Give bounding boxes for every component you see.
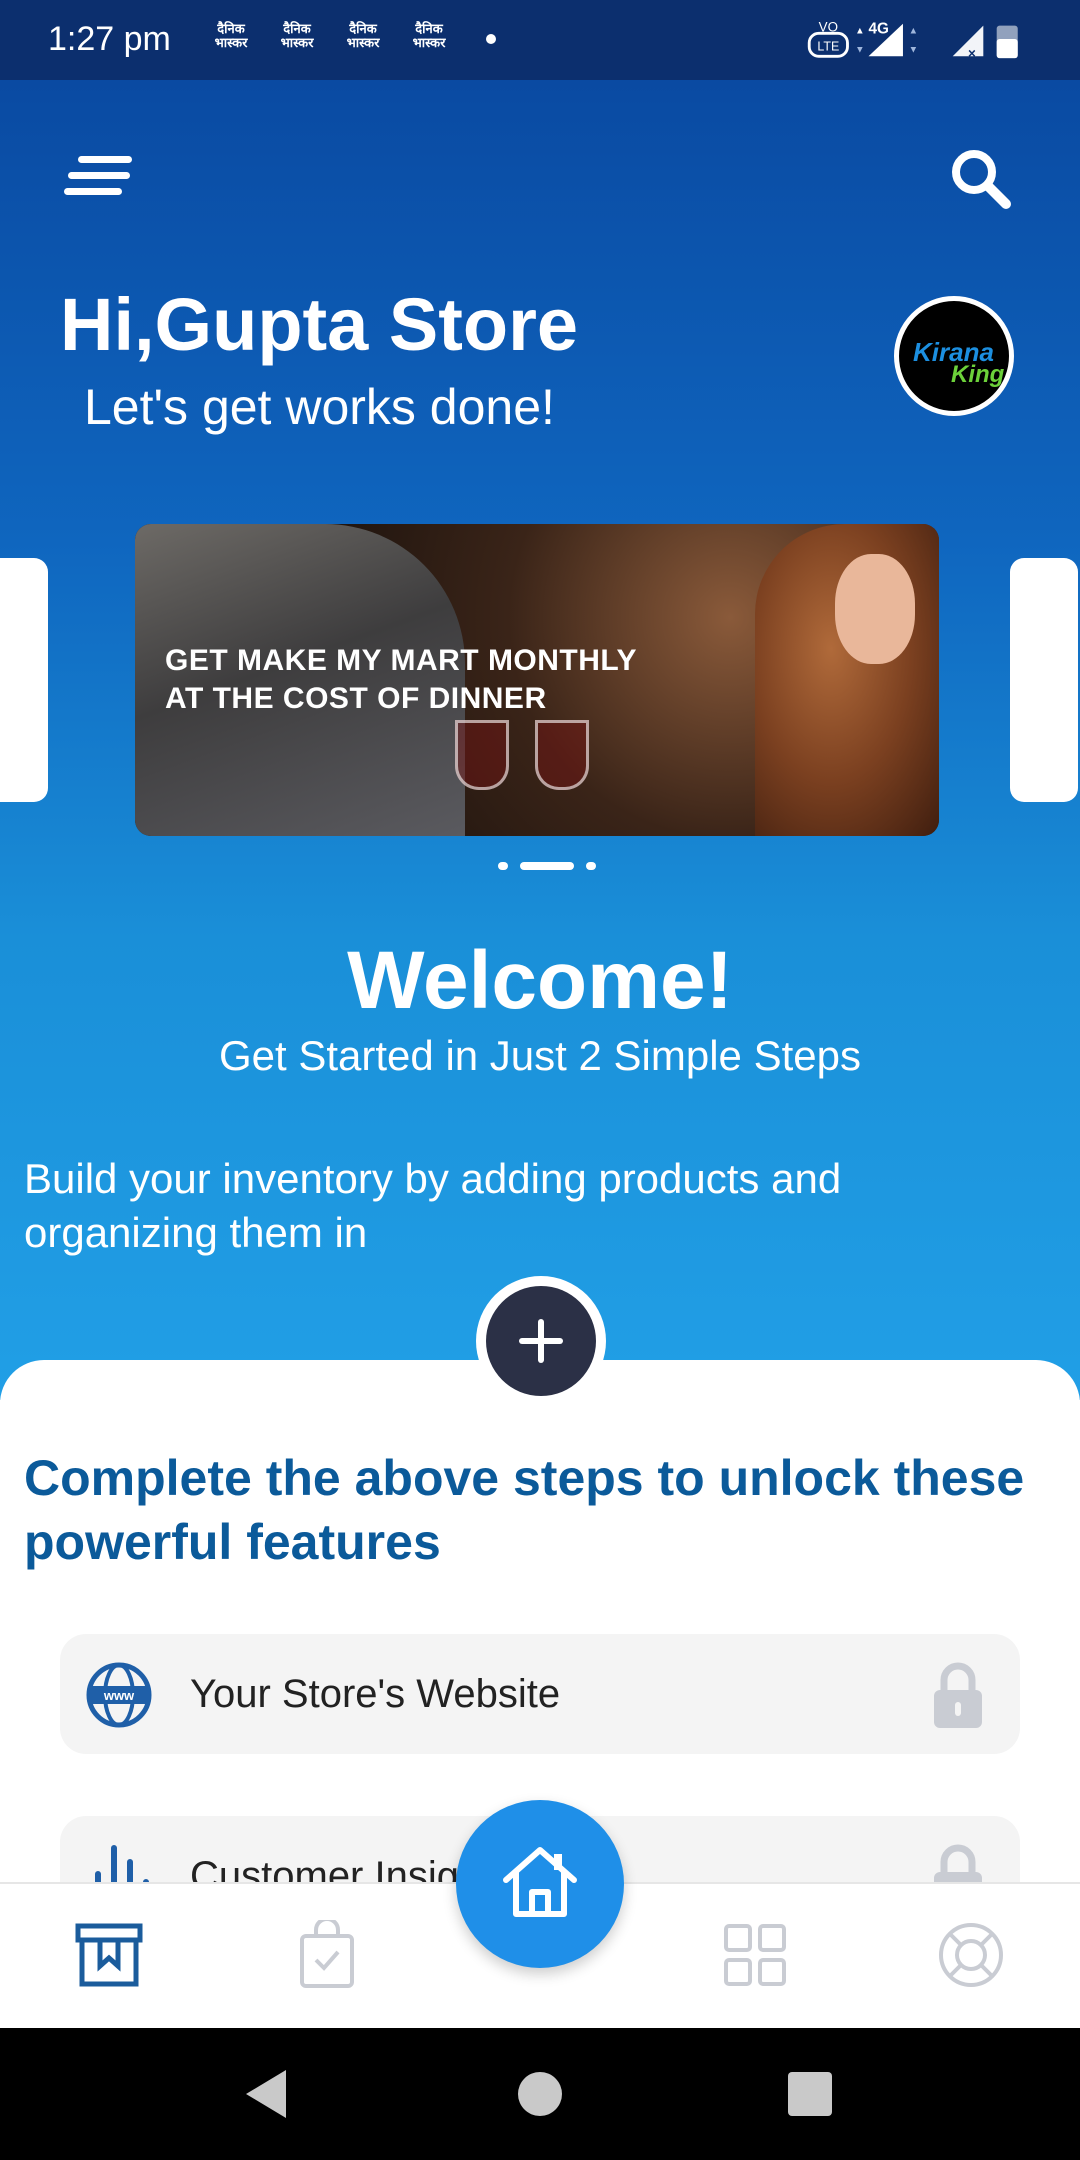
home-icon xyxy=(503,1847,577,1917)
feature-label: Your Store's Website xyxy=(190,1672,561,1716)
news-app-notification-icon: दैनिक भास्कर xyxy=(214,21,248,50)
welcome-title: Welcome! xyxy=(347,935,733,1026)
svg-text:▼: ▼ xyxy=(909,44,918,55)
carousel-prev-card[interactable] xyxy=(0,558,48,802)
orders-bag-icon[interactable] xyxy=(292,1920,362,1990)
store-logo-avatar[interactable]: Kirana King xyxy=(894,296,1014,416)
carousel-dot-active[interactable] xyxy=(520,862,574,870)
network-type: 4G xyxy=(869,20,889,37)
wine-glass xyxy=(455,720,509,790)
wine-glass xyxy=(535,720,589,790)
menu-icon xyxy=(78,156,132,163)
plus-icon xyxy=(519,1319,563,1363)
svg-text:www: www xyxy=(103,1688,135,1703)
features-heading: Complete the above steps to unlock these… xyxy=(24,1450,1025,1570)
svg-text:▲: ▲ xyxy=(855,25,864,36)
volte-icon: LTE VO xyxy=(807,19,849,58)
banner-line-1: GET MAKE MY MART MONTHLY xyxy=(165,644,638,677)
svg-text:▼: ▼ xyxy=(855,44,864,55)
carousel-dot[interactable] xyxy=(498,862,508,870)
feature-item-website[interactable]: www Your Store's Website xyxy=(60,1634,1020,1754)
inventory-description: Build your inventory by adding products … xyxy=(24,1155,842,1256)
menu-button[interactable] xyxy=(64,150,134,200)
banner-image-man xyxy=(135,524,465,836)
banner-line-2: AT THE COST OF DINNER xyxy=(165,682,547,715)
status-time: 1:27 pm xyxy=(48,20,171,58)
carousel-next-card[interactable] xyxy=(1010,558,1078,802)
logo-text-2: King xyxy=(951,361,1005,388)
svg-text:LTE: LTE xyxy=(817,40,839,54)
svg-text:×: × xyxy=(968,46,976,61)
greeting-subtitle: Let's get works done! xyxy=(84,379,555,435)
welcome-subtitle: Get Started in Just 2 Simple Steps xyxy=(219,1032,861,1079)
svg-text:VO: VO xyxy=(819,19,838,34)
support-icon[interactable] xyxy=(936,1920,1006,1990)
home-button[interactable] xyxy=(456,1800,624,1968)
recents-icon[interactable] xyxy=(786,2070,834,2118)
lock-icon xyxy=(934,1662,982,1728)
svg-text:▲: ▲ xyxy=(909,25,918,36)
home-circle-icon[interactable] xyxy=(516,2070,564,2118)
lock-icon xyxy=(934,1844,982,1882)
catalog-icon[interactable] xyxy=(74,1920,144,1990)
globe-www-icon: www xyxy=(86,1662,152,1728)
news-app-notification-icon: दैनिक भास्कर xyxy=(412,21,446,50)
carousel-dot[interactable] xyxy=(586,862,596,870)
system-navigation-bar xyxy=(0,2028,1080,2160)
news-app-notification-icon: दैनिक भास्कर xyxy=(346,21,380,50)
back-icon[interactable] xyxy=(242,2068,290,2120)
grid-icon[interactable] xyxy=(720,1920,790,1990)
status-bar: 1:27 pm दैनिक भास्कर दैनिक भास्कर दैनिक … xyxy=(0,0,1080,80)
more-notifications-dot xyxy=(486,34,496,44)
news-app-notification-icon: दैनिक भास्कर xyxy=(280,21,314,50)
promo-banner[interactable]: GET MAKE MY MART MONTHLY AT THE COST OF … xyxy=(135,524,939,836)
greeting-title: Hi,Gupta Store xyxy=(60,283,579,366)
search-icon[interactable] xyxy=(948,146,1012,210)
add-button[interactable] xyxy=(476,1276,606,1406)
status-icons: LTE VO ▲ ▼ 4G ▲ ▼ × xyxy=(807,19,1018,61)
bar-chart-icon xyxy=(95,1845,149,1882)
